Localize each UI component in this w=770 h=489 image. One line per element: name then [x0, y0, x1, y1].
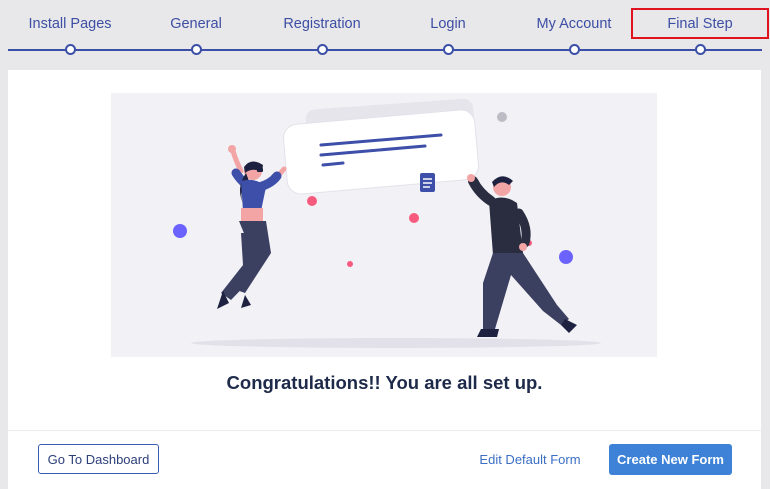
step-label: Login — [430, 16, 466, 32]
step-dot — [695, 44, 706, 55]
step-registration[interactable]: Registration — [262, 0, 382, 62]
content-card: Congratulations!! You are all set up. — [8, 70, 761, 430]
step-my-account[interactable]: My Account — [514, 0, 634, 62]
step-label: My Account — [536, 16, 612, 32]
step-general[interactable]: General — [136, 0, 256, 62]
step-label: Registration — [283, 16, 361, 32]
celebration-illustration — [111, 93, 657, 357]
step-label: Install Pages — [28, 16, 112, 32]
setup-stepper: Install Pages General Registration Login… — [0, 0, 770, 62]
congratulations-message: Congratulations!! You are all set up. — [226, 372, 543, 393]
step-final-step[interactable]: Final Step — [631, 0, 769, 62]
step-login[interactable]: Login — [388, 0, 508, 62]
step-install-pages[interactable]: Install Pages — [10, 0, 130, 62]
step-dot — [443, 44, 454, 55]
celebration-illustration-svg — [173, 98, 601, 348]
step-dot — [65, 44, 76, 55]
step-dot — [191, 44, 202, 55]
go-to-dashboard-button[interactable]: Go To Dashboard — [38, 444, 159, 474]
step-label: General — [170, 16, 222, 32]
step-dot — [569, 44, 580, 55]
create-new-form-button[interactable]: Create New Form — [609, 444, 732, 475]
step-label: Final Step — [667, 16, 733, 32]
action-footer: Go To Dashboard Edit Default Form Create… — [8, 430, 761, 489]
edit-default-form-link[interactable]: Edit Default Form — [478, 445, 582, 475]
step-dot — [317, 44, 328, 55]
